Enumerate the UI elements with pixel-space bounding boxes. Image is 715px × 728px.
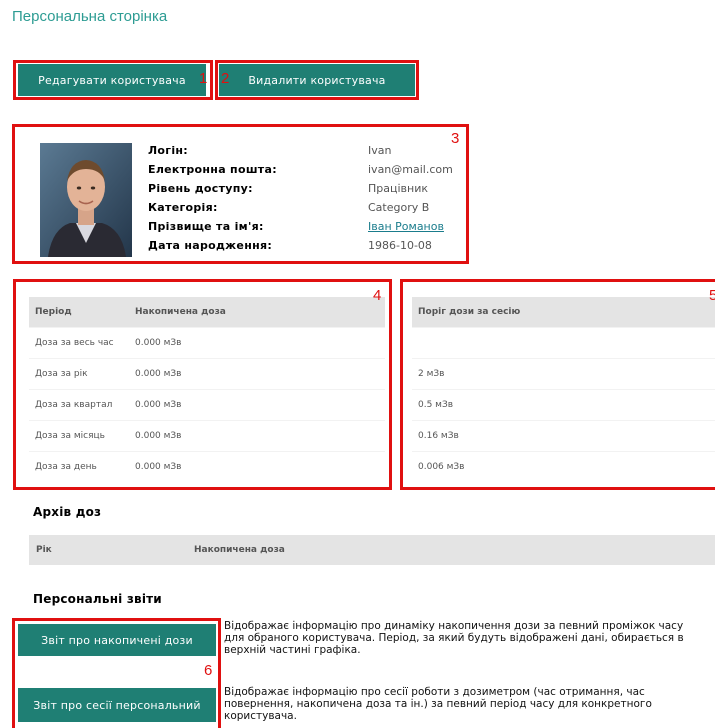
profile-label-login: Логін: [148, 144, 189, 157]
profile-full-name-link[interactable]: Іван Романов [368, 220, 444, 233]
annotation-box-6 [12, 618, 221, 728]
column-header-year: Рік [36, 545, 52, 555]
annotation-number-6: 6 [204, 662, 213, 679]
profile-label-email: Електронна пошта: [148, 163, 277, 176]
annotation-box-1 [13, 60, 213, 100]
profile-label-full-name: Прізвище та ім'я: [148, 220, 264, 233]
annotation-box-2 [215, 60, 419, 100]
user-photo [40, 143, 132, 257]
profile-label-birth-date: Дата народження: [148, 239, 273, 252]
accumulated-dose-report-description: Відображає інформацію про динаміку накоп… [224, 620, 684, 656]
annotation-box-4 [13, 279, 392, 490]
annotation-number-5: 5 [709, 287, 715, 304]
profile-value-birth-date: 1986-10-08 [368, 239, 432, 252]
annotation-number-1: 1 [199, 70, 208, 87]
annotation-number-2: 2 [221, 70, 230, 87]
annotation-number-4: 4 [373, 287, 382, 304]
archive-heading: Архів доз [33, 505, 102, 519]
page-title: Персональна сторінка [12, 8, 168, 25]
profile-label-access-level: Рівень доступу: [148, 182, 253, 195]
archive-table-header: Рік Накопичена доза [29, 535, 715, 565]
profile-value-access-level: Працівник [368, 182, 429, 195]
profile-value-category: Category B [368, 201, 430, 214]
annotation-number-3: 3 [451, 130, 460, 147]
annotation-box-5 [400, 279, 715, 490]
profile-label-category: Категорія: [148, 201, 218, 214]
profile-value-login: Ivan [368, 144, 392, 157]
session-report-description: Відображає інформацію про сесії роботи з… [224, 686, 652, 722]
column-header-archive-dose: Накопичена доза [194, 545, 285, 555]
reports-heading: Персональні звіти [33, 592, 162, 606]
profile-value-email: ivan@mail.com [368, 163, 453, 176]
